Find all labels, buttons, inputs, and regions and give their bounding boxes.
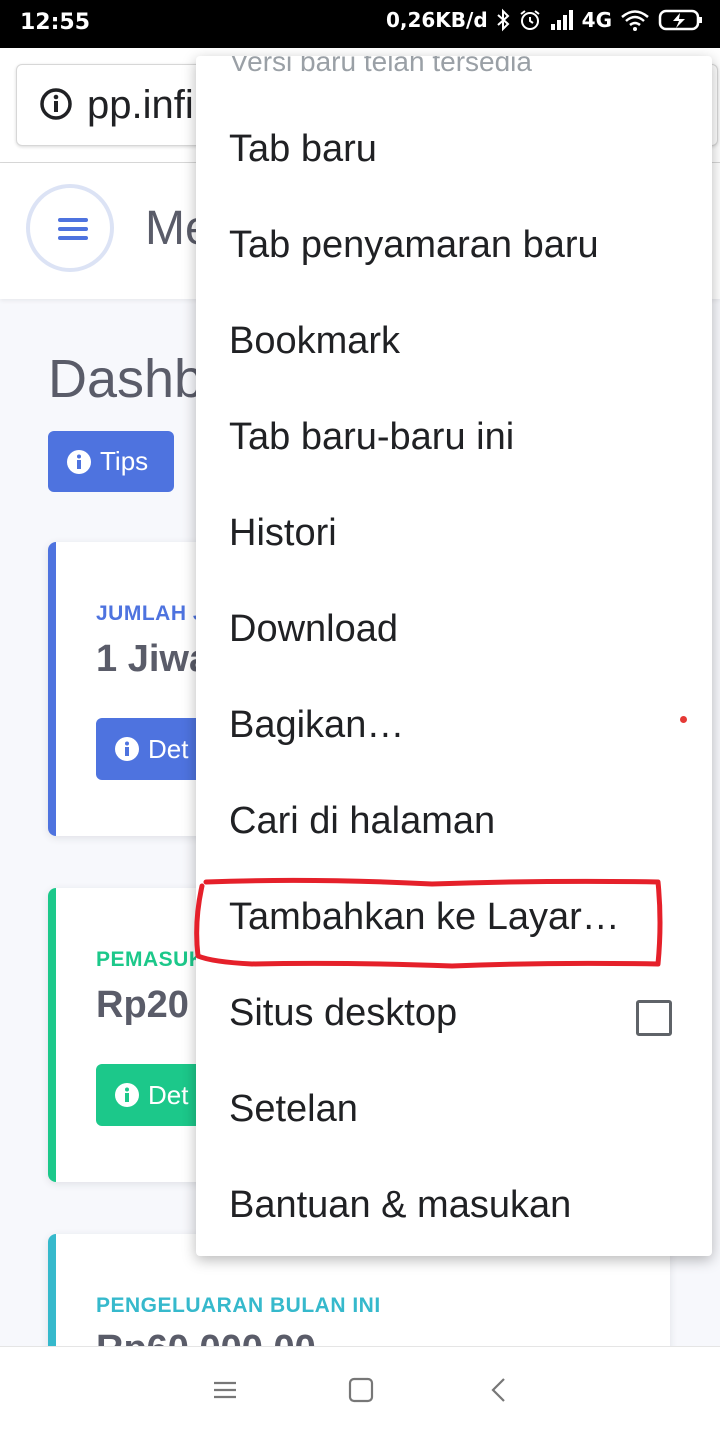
battery-charging-icon <box>658 9 702 31</box>
menu-item-downloads[interactable]: Download <box>196 586 712 682</box>
menu-item-history[interactable]: Histori <box>196 490 712 586</box>
menu-item-share[interactable]: Bagikan… <box>196 682 712 778</box>
menu-item-bookmarks[interactable]: Bookmark <box>196 298 712 394</box>
menu-item-label: Histori <box>229 512 337 554</box>
bluetooth-icon <box>496 8 510 32</box>
page-title: Dashb <box>48 349 205 409</box>
net-speed: 0,26KB/d <box>385 8 488 32</box>
url-text[interactable]: pp.infi <box>87 83 194 128</box>
home-square-icon[interactable] <box>348 1377 374 1403</box>
menu-item-desktop-site[interactable]: Situs desktop <box>196 970 712 1066</box>
menu-item-settings[interactable]: Setelan <box>196 1066 712 1162</box>
info-circle-icon <box>115 737 139 761</box>
signal-icon <box>550 10 573 30</box>
status-icons: 0,26KB/d 4G <box>386 8 704 32</box>
menu-item-label: Situs desktop <box>229 992 458 1034</box>
info-icon[interactable] <box>39 87 73 121</box>
card-label: PENGELUARAN BULAN INI <box>96 1294 381 1317</box>
menu-item-label: Cari di halaman <box>229 800 496 842</box>
card-accent <box>48 542 56 836</box>
tips-label: Tips <box>100 446 149 476</box>
menu-bar-icon <box>58 236 88 240</box>
card-value: Rp20 <box>96 984 189 1026</box>
network-type: 4G <box>581 8 612 32</box>
menu-item-label: Tab baru <box>229 128 377 170</box>
info-circle-icon <box>115 1083 139 1107</box>
status-bar: 12:55 0,26KB/d 4G <box>0 0 720 48</box>
status-time: 12:55 <box>20 10 91 35</box>
menu-item-label: Setelan <box>229 1088 358 1130</box>
card-accent <box>48 888 56 1182</box>
menu-item-label: Download <box>229 608 398 650</box>
detail-label: Det <box>148 1079 189 1110</box>
menu-item-label: Tab baru-baru ini <box>229 416 515 458</box>
menu-item-find-in-page[interactable]: Cari di halaman <box>196 778 712 874</box>
card-label: PEMASUK <box>96 948 205 971</box>
info-circle-icon <box>67 449 91 474</box>
back-icon[interactable] <box>486 1377 512 1403</box>
alarm-icon <box>520 10 540 30</box>
card-value: 1 Jiwa <box>96 638 211 680</box>
browser-overflow-menu: Versi baru telah tersedia Tab baru Tab p… <box>196 56 712 1256</box>
menu-item-label: Tab penyamaran baru <box>229 224 599 266</box>
sidebar-toggle-button[interactable] <box>26 184 114 272</box>
system-nav-bar <box>0 1346 720 1441</box>
wifi-icon <box>621 10 649 31</box>
menu-item-label: Bagikan… <box>229 704 405 746</box>
menu-bar-icon <box>58 227 88 231</box>
highlight-annotation <box>194 877 663 969</box>
menu-item-recent-tabs[interactable]: Tab baru-baru ini <box>196 394 712 490</box>
tips-button[interactable]: Tips <box>48 431 174 492</box>
detail-label: Det <box>148 733 189 764</box>
menu-bar-icon <box>58 218 88 222</box>
menu-item-help-feedback[interactable]: Bantuan & masukan <box>196 1162 712 1256</box>
menu-item-new-tab[interactable]: Tab baru <box>196 106 712 202</box>
menu-item-incognito-tab[interactable]: Tab penyamaran baru <box>196 202 712 298</box>
desktop-site-checkbox[interactable] <box>636 1000 672 1036</box>
menu-item-label: Bookmark <box>229 320 401 362</box>
notification-dot <box>680 716 687 723</box>
card-label: JUMLAH J <box>96 602 206 625</box>
menu-icon[interactable] <box>212 1377 238 1403</box>
menu-item-label: Bantuan & masukan <box>229 1184 572 1226</box>
update-notice[interactable]: Versi baru telah tersedia <box>230 56 532 78</box>
